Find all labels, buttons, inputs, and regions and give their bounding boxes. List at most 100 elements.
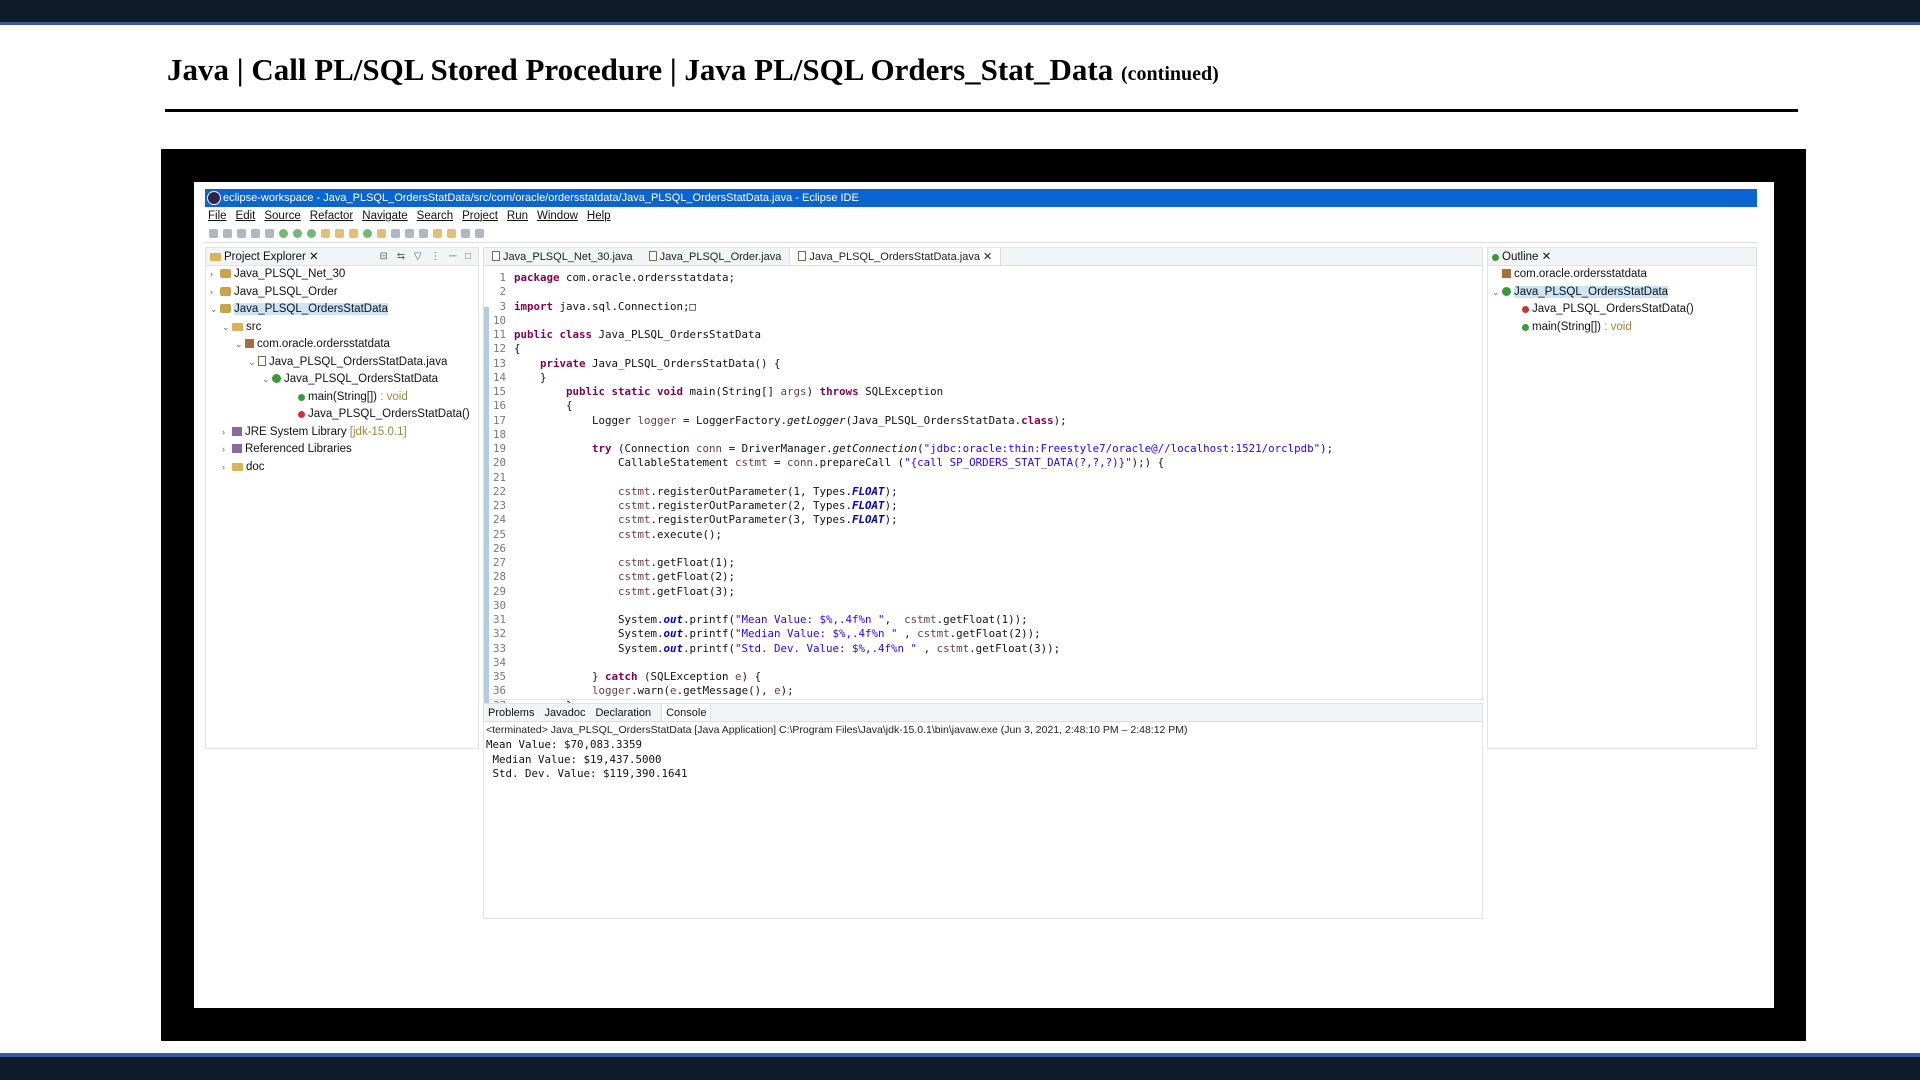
ctor-icon (1522, 306, 1529, 313)
line-number: 27 (492, 556, 506, 569)
pin-editor-icon[interactable] (475, 229, 484, 238)
code-text: public class Java_PLSQL_OrdersStatData (514, 328, 762, 341)
code-text: cstmt.getFloat(1); (618, 556, 736, 569)
code-line: 3 import java.sql.Connection;□ (484, 300, 1482, 314)
next-annotation-icon[interactable] (405, 229, 414, 238)
outline-item-suffix: : void (1601, 320, 1632, 333)
menu-help[interactable]: Help (587, 207, 611, 225)
slide-subtitle: (continued) (1121, 63, 1219, 85)
menu-edit[interactable]: Edit (236, 207, 256, 225)
code-text: cstmt.execute(); (618, 527, 723, 541)
code-text: System.out.printf("Mean Value: $%,.4f%n … (514, 613, 1028, 626)
code-text: cstmt.getFloat(3); (618, 584, 736, 598)
code-line: 22 cstmt.registerOutParameter(1, Types.F… (484, 485, 1482, 499)
line-number: 19 (492, 442, 506, 455)
outline-item[interactable]: ⌄ Java_PLSQL_OrdersStatData (1488, 284, 1756, 302)
menu-search[interactable]: Search (417, 207, 453, 225)
coverage-icon[interactable] (307, 229, 316, 238)
tree-item[interactable]: › Java_PLSQL_Order (206, 284, 478, 302)
run-icon[interactable] (293, 229, 302, 238)
chevron-right-icon[interactable]: › (222, 441, 232, 459)
chevron-down-icon[interactable]: ⌄ (248, 354, 258, 372)
back-icon[interactable] (447, 229, 456, 238)
code-text: cstmt.registerOutParameter(2, Types.FLOA… (618, 499, 898, 512)
search-icon[interactable] (391, 229, 400, 238)
chevron-down-icon[interactable]: ⌄ (222, 319, 232, 337)
menu-run[interactable]: Run (507, 207, 528, 225)
menu-source[interactable]: Source (264, 207, 300, 225)
save-icon[interactable] (223, 229, 232, 238)
code-line: 15 public static void main(String[] args… (484, 385, 1482, 399)
open-type-icon[interactable] (377, 229, 386, 238)
outline-item[interactable]: main(String[]) : void (1488, 319, 1756, 337)
tree-item[interactable]: ⌄ Java_PLSQL_OrdersStatData (206, 301, 478, 319)
console-pane: Problems Javadoc Declaration Console <termi… (483, 703, 1483, 919)
debug-icon[interactable] (279, 229, 288, 238)
code-editor[interactable]: 1 package com.oracle.ordersstatdata; 2 3 imp… (484, 267, 1482, 742)
chevron-right-icon[interactable]: › (210, 266, 220, 284)
previous-annotation-icon[interactable] (419, 229, 428, 238)
tree-item[interactable]: › JRE System Library [jdk-15.0.1] (206, 424, 478, 442)
menu-file[interactable]: File (208, 207, 227, 225)
chevron-down-icon[interactable]: ⌄ (262, 371, 272, 389)
editor-tab-label: Java_PLSQL_Order.java (659, 251, 782, 263)
chevron-down-icon[interactable]: ⌄ (1492, 284, 1502, 302)
code-line: 28 cstmt.getFloat(2); (484, 570, 1482, 584)
outline-item[interactable]: com.oracle.ordersstatdata (1488, 266, 1756, 284)
line-number: 2 (499, 285, 506, 299)
editor-tab-label: Java_PLSQL_Net_30.java (503, 251, 633, 263)
menu-window[interactable]: Window (537, 207, 578, 225)
chevron-right-icon[interactable]: › (222, 424, 232, 442)
tree-item[interactable]: › doc (206, 459, 478, 477)
menu-navigate[interactable]: Navigate (362, 207, 407, 225)
tab-declaration[interactable]: Declaration (595, 704, 651, 721)
tree-item[interactable]: main(String[]) : void (206, 389, 478, 407)
tab-console[interactable]: Console (661, 704, 712, 721)
console-line: Mean Value: $70,083.3359 (486, 738, 643, 751)
menu-project[interactable]: Project (462, 207, 498, 225)
project-explorer-tab[interactable]: Project Explorer ✕ ⊟ ⇆ ▽ ⋮ ─ □ (206, 248, 478, 266)
tab-javadoc[interactable]: Javadoc (544, 704, 585, 721)
menu-refactor[interactable]: Refactor (310, 207, 353, 225)
chevron-right-icon[interactable]: › (222, 459, 232, 477)
tree-item[interactable]: › Referenced Libraries (206, 441, 478, 459)
code-text: cstmt.registerOutParameter(3, Types.FLOA… (618, 513, 898, 527)
tree-item[interactable]: ⌄ src (206, 319, 478, 337)
line-number: 10 (492, 313, 506, 327)
pkg-icon (245, 339, 254, 348)
new-class-icon[interactable] (363, 229, 372, 238)
tree-item[interactable]: ⌄ com.oracle.ordersstatdata (206, 336, 478, 354)
line-number: 35 (492, 670, 506, 683)
code-text: import java.sql.Connection;□ (514, 299, 697, 313)
new-java-project-icon[interactable] (335, 229, 344, 238)
code-line: 29 cstmt.getFloat(3); (484, 585, 1482, 599)
outline-tab[interactable]: Outline ✕ (1488, 248, 1756, 266)
pane-controls[interactable]: ⊟ ⇆ ▽ ⋮ ─ □ (380, 248, 474, 266)
tree-item[interactable]: ⌄ Java_PLSQL_OrdersStatData (206, 371, 478, 389)
external-tools-icon[interactable] (321, 229, 330, 238)
new-icon[interactable] (209, 229, 218, 238)
outline-item[interactable]: Java_PLSQL_OrdersStatData() (1488, 301, 1756, 319)
console-output[interactable]: Mean Value: $70,083.3359 Median Value: $… (484, 738, 1482, 782)
last-edit-icon[interactable] (433, 229, 442, 238)
tab-problems[interactable]: Problems (488, 704, 534, 721)
code-line: 36 logger.warn(e.getMessage(), e); (484, 684, 1482, 698)
terminal-icon[interactable] (265, 229, 274, 238)
new-package-icon[interactable] (349, 229, 358, 238)
tree-item[interactable]: › Java_PLSQL_Net_30 (206, 266, 478, 284)
forward-icon[interactable] (461, 229, 470, 238)
save-all-icon[interactable] (237, 229, 246, 238)
chevron-right-icon[interactable]: › (210, 284, 220, 302)
line-number: 15 (492, 385, 506, 398)
editor-tab[interactable]: Java_PLSQL_OrdersStatData.java ✕ (789, 248, 1002, 265)
editor-tab[interactable]: Java_PLSQL_Order.java (641, 248, 790, 265)
outline-pane: Outline ✕ com.oracle.ordersstatdata ⌄ Java… (1487, 247, 1757, 749)
ctor-icon (298, 411, 305, 418)
print-icon[interactable] (251, 229, 260, 238)
tree-item[interactable]: Java_PLSQL_OrdersStatData() (206, 406, 478, 424)
chevron-down-icon[interactable]: ⌄ (235, 336, 245, 354)
chevron-down-icon[interactable]: ⌄ (210, 301, 220, 319)
tree-item[interactable]: ⌄ Java_PLSQL_OrdersStatData.java (206, 354, 478, 372)
close-icon[interactable]: ✕ (980, 251, 992, 263)
editor-tab[interactable]: Java_PLSQL_Net_30.java (484, 248, 641, 265)
